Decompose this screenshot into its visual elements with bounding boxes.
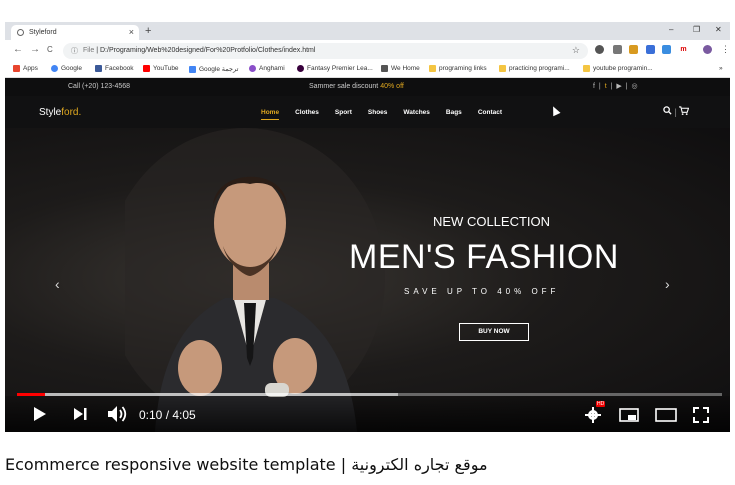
edge-icon: [381, 65, 388, 72]
bookmarks-bar: Apps Google Facebook YouTube Google ترجم…: [5, 62, 730, 78]
tab-title: Styleford: [29, 29, 57, 36]
social-links: f | t | ▶ | ◎: [593, 83, 639, 90]
translate-icon[interactable]: [646, 45, 655, 54]
bookmark-item[interactable]: YouTube: [143, 65, 179, 72]
translate-icon: [189, 65, 196, 73]
theater-mode-icon[interactable]: [655, 408, 677, 422]
phone-number: Call (+20) 123-4568: [68, 83, 131, 90]
nav-icons: |: [663, 106, 690, 117]
site-topbar: Call (+20) 123-4568 Sammer sale discount…: [5, 78, 730, 96]
menu-item-home[interactable]: Home: [261, 109, 280, 120]
search-icon[interactable]: [663, 106, 672, 115]
bookmark-item[interactable]: youtube programin...: [583, 65, 653, 72]
site-logo[interactable]: Styleford.: [39, 107, 81, 118]
sale-banner: Sammer sale discount 40% off: [309, 83, 404, 90]
bookmark-item[interactable]: practicing programi...: [499, 65, 570, 72]
instagram-icon[interactable]: ◎: [632, 83, 639, 90]
hd-badge: HD: [596, 401, 606, 407]
menu-item-shoes[interactable]: Shoes: [368, 109, 388, 120]
eyedropper-icon[interactable]: [613, 45, 622, 54]
menu-item-watches[interactable]: Watches: [403, 109, 430, 120]
menu-item-bags[interactable]: Bags: [446, 109, 462, 120]
url-text: File | D:/Programing/Web%20designed/For%…: [83, 47, 316, 54]
website-viewport: Call (+20) 123-4568 Sammer sale discount…: [5, 78, 730, 432]
bookmark-item[interactable]: Fantasy Premier Lea...: [297, 65, 373, 72]
bookmark-item[interactable]: programing links: [429, 65, 487, 72]
menu-item-clothes[interactable]: Clothes: [295, 109, 319, 120]
extension-icon[interactable]: [629, 45, 638, 54]
menu-kebab-icon[interactable]: ⋮: [721, 44, 730, 55]
play-icon[interactable]: [33, 406, 47, 422]
bookmark-item[interactable]: Anghami: [249, 65, 285, 72]
browser-tab-strip: Styleford × + – ❐ ✕: [5, 22, 730, 40]
bookmark-item[interactable]: Google: [51, 65, 82, 72]
facebook-icon[interactable]: f: [593, 83, 596, 90]
youtube-icon: [143, 65, 150, 72]
folder-icon: [583, 65, 590, 72]
hero-model-image: [125, 128, 385, 432]
video-title: Ecommerce responsive website template | …: [5, 455, 488, 474]
apps-icon: [13, 65, 20, 72]
avatar[interactable]: [703, 45, 712, 54]
facebook-icon: [95, 65, 102, 72]
buy-now-button[interactable]: BUY NOW: [459, 323, 529, 341]
volume-icon[interactable]: [107, 405, 129, 423]
youtube-icon[interactable]: ▶: [616, 83, 622, 90]
video-time: 0:10 / 4:05: [139, 408, 196, 422]
next-video-icon[interactable]: [73, 407, 87, 421]
reload-button[interactable]: C: [47, 45, 53, 54]
fullscreen-icon[interactable]: [693, 407, 709, 423]
bookmark-item[interactable]: Facebook: [95, 65, 134, 72]
twitter-icon[interactable]: t: [605, 83, 608, 90]
bookmark-item[interactable]: Apps: [13, 65, 38, 72]
tab-close-icon[interactable]: ×: [129, 27, 134, 37]
hero-slider: NEW COLLECTION MEN'S FASHION SAVE UP TO …: [5, 128, 730, 432]
folder-icon: [499, 65, 506, 72]
cart-icon[interactable]: [679, 106, 690, 115]
bookmark-item[interactable]: We Home: [381, 65, 420, 72]
google-icon: [51, 65, 58, 72]
settings-gear-icon[interactable]: [585, 407, 601, 423]
hero-headline: MEN'S FASHION: [349, 238, 619, 276]
folder-icon: [429, 65, 436, 72]
hero-subtitle: SAVE UP TO 40% OFF: [404, 287, 560, 296]
extension-icon[interactable]: [662, 45, 671, 54]
video-player[interactable]: Styleford × + – ❐ ✕ ← → C ⓘ File | D:/Pr…: [5, 22, 730, 432]
extension-icon[interactable]: m: [679, 45, 688, 54]
site-favicon-icon: [17, 29, 24, 36]
info-icon[interactable]: ⓘ: [71, 46, 78, 56]
menu-item-sport[interactable]: Sport: [335, 109, 352, 120]
more-bookmarks-icon[interactable]: »: [719, 65, 723, 72]
chevron-right-icon[interactable]: ›: [665, 276, 670, 292]
new-tab-button[interactable]: +: [145, 25, 151, 37]
restore-button[interactable]: ❐: [693, 25, 700, 34]
hero-kicker: NEW COLLECTION: [433, 214, 551, 229]
bookmark-star-icon[interactable]: ☆: [572, 45, 580, 56]
forward-button[interactable]: →: [30, 44, 40, 55]
bookmark-item[interactable]: Google ترجمة: [189, 65, 238, 73]
extension-icon[interactable]: [595, 45, 604, 54]
premier-league-icon: [297, 65, 304, 72]
back-button[interactable]: ←: [13, 44, 23, 55]
miniplayer-icon[interactable]: [619, 408, 639, 422]
menu-item-contact[interactable]: Contact: [478, 109, 502, 120]
mouse-cursor-icon: [549, 104, 561, 117]
minimize-button[interactable]: –: [669, 25, 673, 34]
player-controls: 0:10 / 4:05 HD: [5, 396, 730, 432]
main-menu: Home Clothes Sport Shoes Watches Bags Co…: [261, 109, 518, 120]
close-window-button[interactable]: ✕: [715, 25, 722, 34]
chevron-left-icon[interactable]: ‹: [55, 276, 60, 292]
address-bar[interactable]: ⓘ File | D:/Programing/Web%20designed/Fo…: [63, 43, 588, 59]
browser-tab[interactable]: Styleford ×: [11, 25, 139, 40]
anghami-icon: [249, 65, 256, 72]
site-navbar: Styleford. Home Clothes Sport Shoes Watc…: [5, 96, 730, 128]
browser-toolbar: ← → C ⓘ File | D:/Programing/Web%20desig…: [5, 40, 730, 62]
